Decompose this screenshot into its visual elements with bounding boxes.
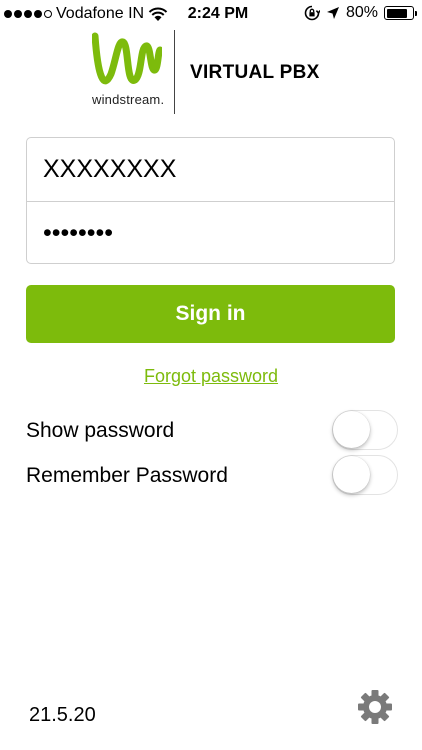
windstream-logo-icon (92, 32, 162, 85)
show-password-row: Show password (26, 410, 398, 450)
sign-in-button[interactable]: Sign in (26, 285, 395, 343)
carrier-name: Vodafone IN (56, 5, 145, 22)
signal-strength-icon (4, 10, 52, 18)
location-arrow-icon (326, 7, 339, 19)
signal-dot (24, 10, 32, 18)
wifi-icon (148, 7, 168, 21)
battery-level-fill (386, 8, 407, 18)
battery-percent: 80% (345, 4, 378, 21)
username-field[interactable] (27, 138, 394, 201)
signal-dot (4, 10, 12, 18)
remember-password-row: Remember Password (26, 455, 398, 495)
status-time: 2:24 PM (187, 5, 249, 22)
forgot-password-link[interactable]: Forgot password (144, 366, 278, 386)
brand-header: windstream. VIRTUAL PBX (0, 26, 422, 118)
toggle-knob (333, 411, 370, 448)
remember-password-label: Remember Password (26, 464, 228, 487)
brand-divider (174, 30, 175, 114)
logo-wordmark: windstream. (92, 92, 165, 107)
show-password-label: Show password (26, 419, 175, 442)
status-left: Vodafone IN (4, 5, 168, 23)
battery-icon (384, 6, 417, 20)
signal-dot (44, 10, 52, 18)
status-right: 80% (304, 4, 417, 22)
signal-dot (14, 10, 22, 18)
login-fields (26, 137, 395, 264)
toggle-knob (333, 456, 370, 493)
gear-icon[interactable] (356, 688, 394, 726)
login-screen: Vodafone IN 2:24 PM 80% windstream. VIRT… (0, 0, 422, 750)
forgot-password-wrap: Forgot password (0, 366, 422, 387)
show-password-toggle[interactable] (332, 410, 398, 450)
orientation-lock-icon (304, 5, 320, 21)
app-title: VIRTUAL PBX (190, 62, 320, 83)
app-version: 21.5.20 (29, 704, 96, 726)
signal-dot (34, 10, 42, 18)
password-field[interactable] (27, 202, 394, 263)
remember-password-toggle[interactable] (332, 455, 398, 495)
